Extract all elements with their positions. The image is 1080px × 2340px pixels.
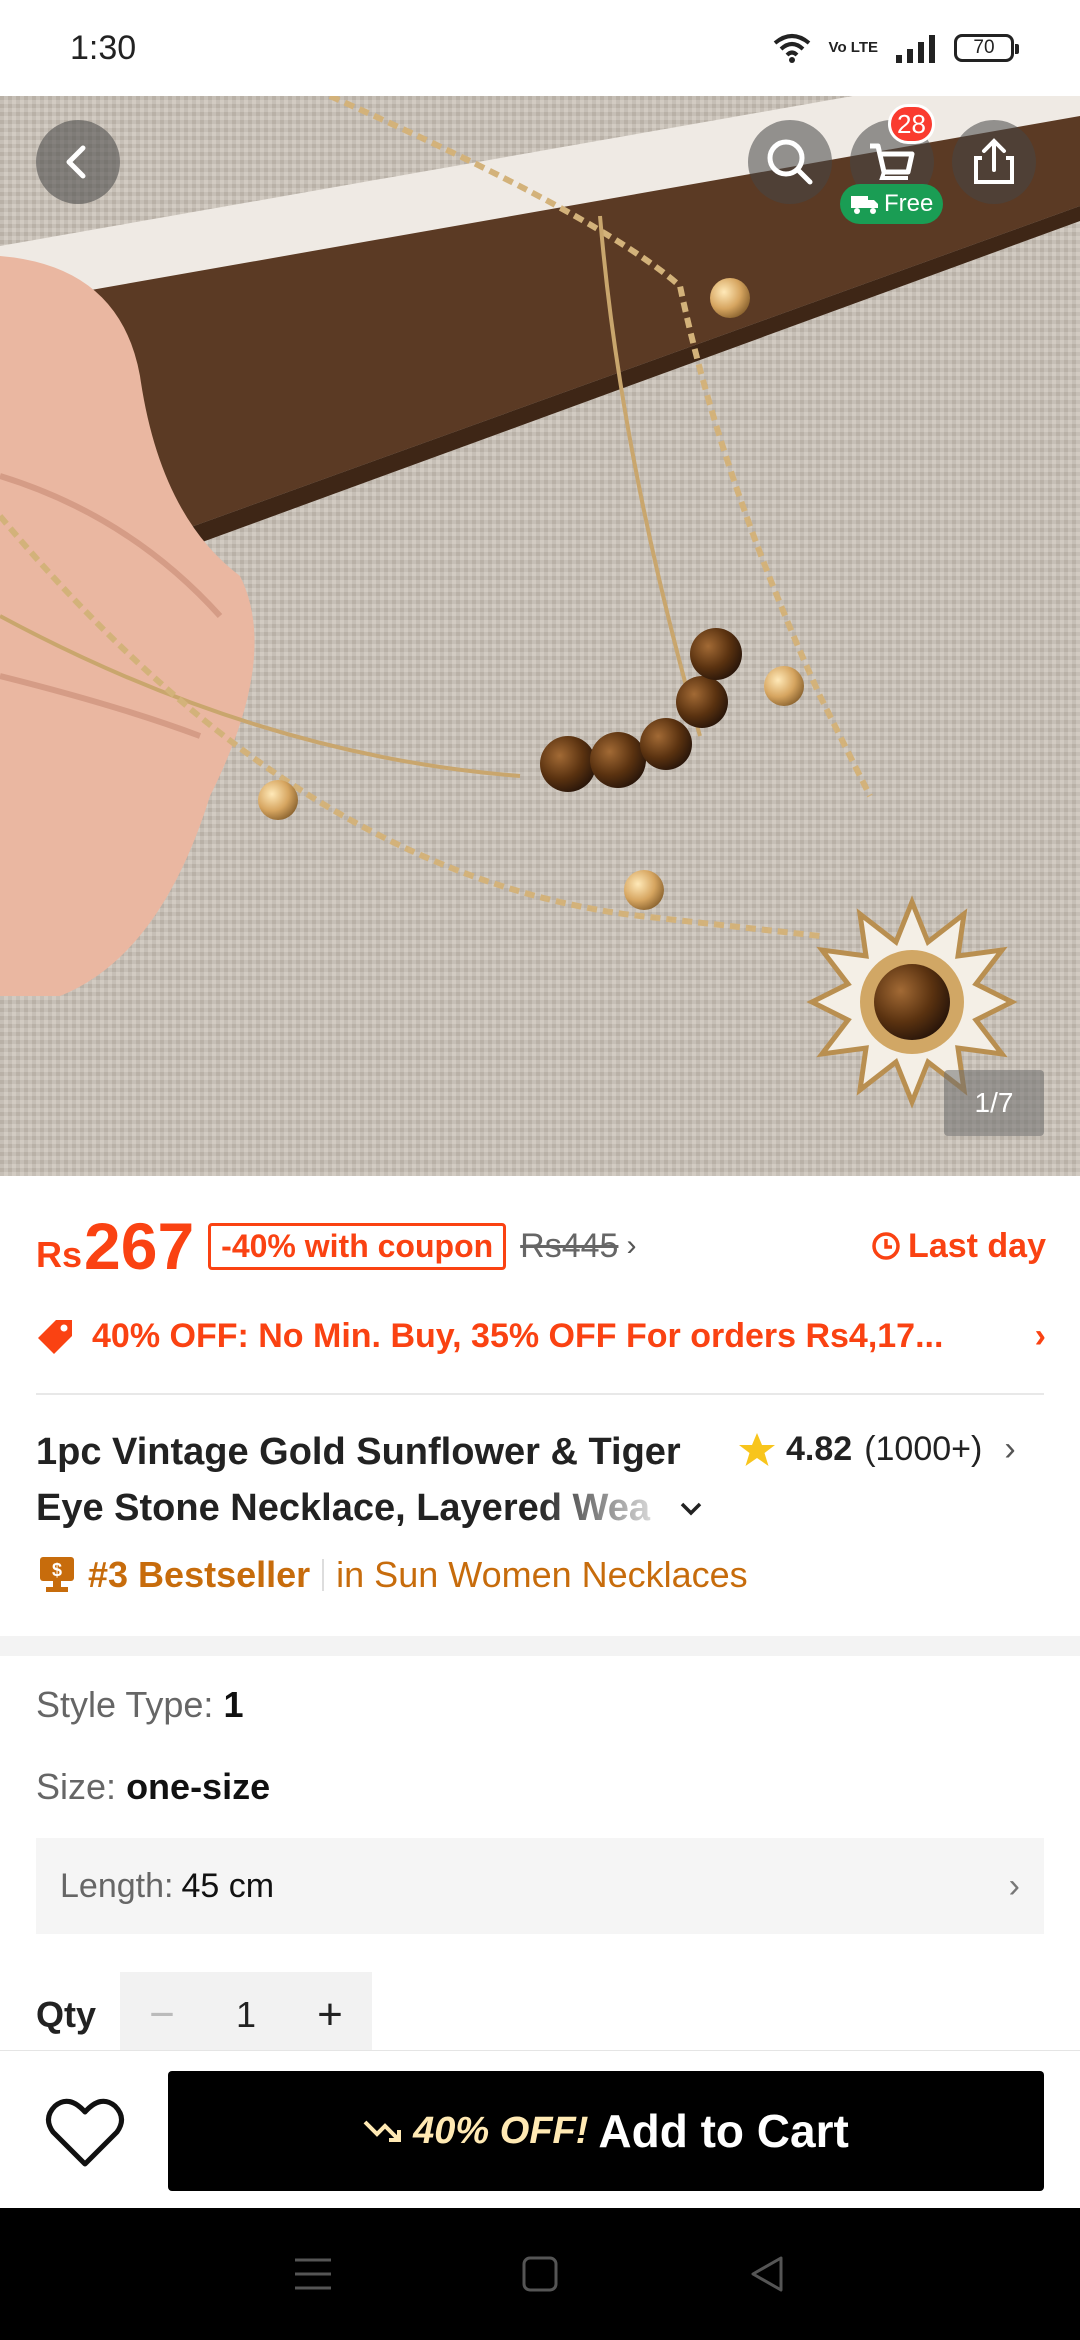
- style-type-value: 1: [223, 1684, 244, 1725]
- cart-count-badge: 28: [888, 104, 935, 144]
- rating-value: 4.82: [786, 1430, 853, 1468]
- add-to-cart-label: Add to Cart: [598, 2105, 849, 2157]
- size-label: Size:: [36, 1766, 117, 1807]
- quantity-value[interactable]: 1: [204, 1994, 288, 2036]
- coupon-tag: -40% with coupon: [208, 1222, 507, 1270]
- back-nav-icon[interactable]: [737, 2244, 797, 2304]
- chevron-down-icon[interactable]: [676, 1494, 706, 1524]
- length-label: Length:: [60, 1866, 174, 1905]
- free-shipping-badge: Free: [840, 184, 944, 224]
- status-time: 1:30: [70, 28, 137, 67]
- add-to-cart-button[interactable]: 40% OFF! Add to Cart: [168, 2071, 1044, 2191]
- product-title[interactable]: 1pc Vintage Gold Sunflower & Tiger Eye S…: [36, 1424, 736, 1536]
- price-currency: Rs: [36, 1234, 83, 1275]
- promo-row[interactable]: 40% OFF: No Min. Buy, 35% OFF For orders…: [36, 1306, 1046, 1366]
- trophy-icon: $: [40, 1557, 74, 1592]
- signal-icon: [896, 35, 935, 63]
- bottom-action-bar: 40% OFF! Add to Cart: [0, 2050, 1080, 2208]
- decrease-quantity-button[interactable]: −: [120, 1972, 204, 2058]
- home-icon[interactable]: [510, 2244, 570, 2304]
- menu-icon[interactable]: [283, 2244, 343, 2304]
- rating-count: (1000+): [864, 1430, 983, 1468]
- free-shipping-label: Free: [884, 190, 934, 217]
- system-nav-bar: [0, 2208, 1080, 2340]
- heart-icon: [46, 2098, 124, 2167]
- tag-icon: [38, 1320, 72, 1354]
- length-value: 45 cm: [181, 1866, 275, 1905]
- quantity-stepper: − 1 +: [120, 1972, 372, 2058]
- section-divider: [0, 1636, 1080, 1656]
- quantity-label: Qty: [36, 1994, 97, 2035]
- clock-icon: [872, 1232, 900, 1260]
- original-price[interactable]: Rs445: [520, 1227, 618, 1266]
- divider: [322, 1559, 325, 1591]
- trend-down-icon: [363, 2120, 402, 2142]
- chevron-left-icon: [66, 145, 86, 179]
- wishlist-button[interactable]: [40, 2089, 130, 2179]
- bestseller-row[interactable]: $ #3 Bestseller in Sun Women Necklaces: [36, 1554, 748, 1596]
- truck-icon: [851, 196, 878, 214]
- search-icon: [767, 139, 813, 185]
- image-page-indicator: 1/7: [944, 1070, 1044, 1136]
- chevron-right-icon: ›: [1008, 1866, 1020, 1905]
- length-selector[interactable]: Length: 45 cm ›: [36, 1838, 1044, 1934]
- product-title-line1: 1pc Vintage Gold Sunflower & Tiger: [36, 1431, 681, 1473]
- chevron-right-icon: ›: [1034, 1316, 1046, 1355]
- status-icons: Vo LTE 70: [773, 33, 1019, 63]
- share-icon: [974, 138, 1014, 184]
- bestseller-rank: #3 Bestseller: [88, 1554, 311, 1595]
- share-button[interactable]: [952, 120, 1036, 204]
- search-button[interactable]: [748, 120, 832, 204]
- discount-label: 40% OFF!: [413, 2109, 589, 2152]
- style-type-label: Style Type:: [36, 1684, 214, 1725]
- increase-quantity-button[interactable]: +: [288, 1972, 372, 2058]
- price-row: Rs 267 -40% with coupon Rs445 › Last day: [36, 1206, 1046, 1286]
- current-price: 267: [84, 1209, 195, 1283]
- quantity-row: Qty − 1 +: [36, 1972, 372, 2058]
- promo-text: 40% OFF: No Min. Buy, 35% OFF For orders…: [92, 1316, 944, 1355]
- rating[interactable]: 4.82 (1000+) ›: [738, 1430, 1016, 1469]
- back-button[interactable]: [36, 120, 120, 204]
- wifi-icon: [773, 34, 810, 63]
- product-image-gallery[interactable]: 28 Free 1/7: [0, 96, 1080, 1176]
- star-icon: [739, 1432, 775, 1466]
- battery-icon: 70: [954, 34, 1019, 62]
- last-day-text: Last day: [908, 1226, 1046, 1265]
- chevron-right-icon: ›: [1004, 1430, 1016, 1468]
- bestseller-category: in Sun Women Necklaces: [336, 1554, 748, 1595]
- style-type-row: Style Type: 1: [36, 1684, 243, 1726]
- size-row: Size: one-size: [36, 1766, 270, 1808]
- size-value: one-size: [126, 1766, 271, 1807]
- status-bar: 1:30 Vo LTE 70: [0, 0, 1080, 96]
- divider: [36, 1393, 1044, 1395]
- svg-text:$: $: [52, 1560, 62, 1580]
- product-photo: [0, 96, 1080, 1176]
- volte-icon: Vo LTE: [828, 39, 878, 56]
- chevron-right-icon[interactable]: ›: [626, 1229, 636, 1263]
- product-title-line2: Eye Stone Necklace, Layered Wea: [36, 1487, 650, 1529]
- last-day-label: Last day: [870, 1227, 1046, 1266]
